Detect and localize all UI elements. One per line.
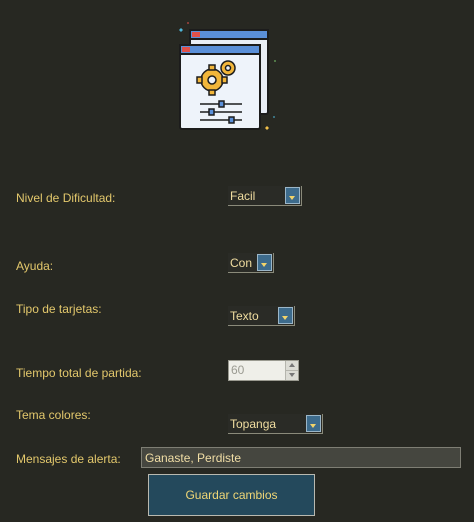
spin-down-icon[interactable] xyxy=(286,371,298,380)
sliders-icon xyxy=(200,100,242,124)
difficulty-select[interactable]: Facil xyxy=(228,186,302,206)
help-select-value: Con xyxy=(230,255,253,270)
spin-up-icon[interactable] xyxy=(286,361,298,371)
theme-select-value: Topanga xyxy=(230,416,277,431)
help-label: Ayuda: xyxy=(16,259,54,273)
theme-label: Tema colores: xyxy=(16,408,91,422)
chevron-down-icon[interactable] xyxy=(278,307,293,324)
alert-messages-label: Mensajes de alerta: xyxy=(16,452,121,466)
difficulty-select-value: Facil xyxy=(230,188,256,203)
total-time-spinbox[interactable]: 60 xyxy=(228,360,299,381)
theme-select[interactable]: Topanga xyxy=(228,414,323,434)
cards-type-select-value: Texto xyxy=(230,308,259,323)
chevron-down-icon[interactable] xyxy=(285,187,300,204)
help-select[interactable]: Con xyxy=(228,253,274,273)
save-changes-button[interactable]: Guardar cambios xyxy=(148,474,315,516)
total-time-label: Tiempo total de partida: xyxy=(16,366,142,380)
cards-type-label: Tipo de tarjetas: xyxy=(16,302,102,316)
chevron-down-icon[interactable] xyxy=(306,415,321,432)
cards-type-select[interactable]: Texto xyxy=(228,306,295,326)
difficulty-label: Nivel de Dificultad: xyxy=(16,191,116,205)
chevron-down-icon[interactable] xyxy=(257,254,272,271)
alert-messages-input[interactable] xyxy=(141,447,461,468)
total-time-value: 60 xyxy=(231,363,245,377)
settings-illustration-icon xyxy=(179,22,276,130)
